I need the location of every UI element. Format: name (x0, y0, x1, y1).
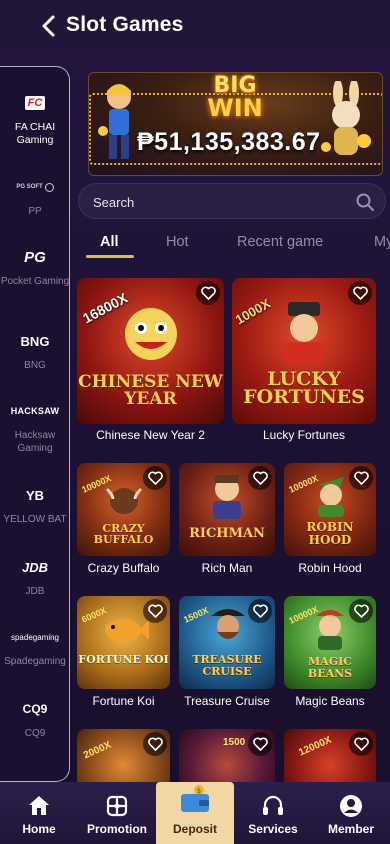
game-card-partial-1[interactable]: 2000X (77, 729, 170, 789)
search-icon[interactable] (355, 192, 375, 212)
favorite-button[interactable] (349, 466, 373, 490)
tab-all[interactable]: All (100, 234, 119, 250)
favorite-button[interactable] (248, 466, 272, 490)
svg-text:$: $ (197, 787, 201, 795)
favorite-button[interactable] (248, 732, 272, 756)
nav-home[interactable]: Home (0, 782, 78, 844)
game-card-fortune-koi[interactable]: 6000X FORTUNE KOI (77, 596, 170, 689)
favorite-button[interactable] (349, 599, 373, 623)
game-name: Chinese New Year 2 (96, 428, 205, 442)
game-card-rich-man[interactable]: RICHMAN (179, 463, 275, 556)
provider-jdb[interactable]: JDB JDB (0, 557, 70, 598)
game-card-partial-2[interactable]: 1500 (179, 729, 275, 789)
tab-hot[interactable]: Hot (166, 234, 189, 250)
game-name: Crazy Buffalo (87, 561, 160, 575)
page-title: Slot Games (66, 13, 184, 36)
fa-chai-logo-icon: FC (0, 93, 70, 113)
game-name: Lucky Fortunes (262, 428, 346, 442)
nav-promotion[interactable]: Promotion (78, 782, 156, 844)
bng-logo-icon: BNG (20, 333, 50, 349)
fortune-god-icon (284, 302, 324, 364)
provider-fa-chai[interactable]: FC FA CHAI Gaming (0, 93, 70, 147)
hero-character-icon (98, 84, 131, 159)
nav-deposit[interactable]: $ Deposit (156, 782, 234, 844)
provider-hacksaw[interactable]: HACKSAW Hacksaw Gaming (0, 401, 70, 455)
jdb-logo-icon: JDB (21, 559, 48, 575)
heart-icon (200, 286, 216, 300)
heart-icon (353, 471, 369, 485)
game-name: Fortune Koi (92, 694, 155, 708)
game-card-robin-hood[interactable]: 10000X ROBIN HOOD (284, 463, 376, 556)
favorite-button[interactable] (349, 732, 373, 756)
heart-icon (147, 737, 163, 751)
game-name: Rich Man (201, 561, 253, 575)
yellow-bat-logo-icon: YB (25, 487, 45, 503)
buffalo-icon (105, 487, 143, 514)
favorite-button[interactable] (143, 732, 167, 756)
provider-pocket-gaming[interactable]: PG Pocket Gaming (0, 247, 70, 288)
favorite-button[interactable] (196, 281, 220, 305)
heart-icon (353, 737, 369, 751)
heart-icon (147, 471, 163, 485)
provider-bng[interactable]: BNG BNG (0, 331, 70, 372)
home-icon (29, 796, 49, 815)
koi-fish-icon (105, 619, 149, 641)
hacksaw-logo-icon: HACKSAW (10, 406, 60, 416)
headset-icon (263, 795, 283, 815)
lion-dance-icon (125, 308, 177, 360)
rabbit-character-icon (321, 81, 371, 155)
jackpot-amount: ₱51,135,383.67 (137, 128, 321, 156)
heart-icon (352, 286, 368, 300)
tab-recent-game[interactable]: Recent game (237, 234, 323, 250)
heart-icon (252, 737, 268, 751)
search-input[interactable]: Search (93, 195, 134, 210)
app-root: { "header": {"title": "Slot Games"}, "ba… (0, 0, 390, 844)
tab-my[interactable]: My (374, 234, 390, 250)
heart-icon (252, 471, 268, 485)
pg-logo-icon: PG (24, 248, 46, 266)
heart-icon (147, 604, 163, 618)
game-card-partial-3[interactable]: 12000X (284, 729, 376, 789)
wallet-icon: $ (181, 785, 209, 812)
gift-icon (106, 795, 128, 817)
game-card-treasure-cruise[interactable]: 1500X TREASURE CRUISE (179, 596, 275, 689)
robin-hood-character-icon (318, 477, 344, 517)
game-name: Magic Beans (295, 694, 365, 708)
cq9-logo-icon: CQ9 (22, 702, 48, 716)
nav-services[interactable]: Services (234, 782, 312, 844)
spadegaming-logo-icon: spadegaming (10, 632, 60, 642)
jack-character-icon (316, 610, 344, 650)
game-card-chinese-new-year-2[interactable]: 16800X CHINESE NEW YEAR (77, 278, 224, 424)
favorite-button[interactable] (248, 599, 272, 623)
tab-indicator (86, 255, 134, 258)
provider-spadegaming[interactable]: spadegaming Spadegaming (0, 627, 70, 668)
favorite-button[interactable] (143, 466, 167, 490)
game-card-lucky-fortunes[interactable]: 1000X LUCKY FORTUNES (232, 278, 376, 424)
top-bar: Slot Games (0, 0, 390, 52)
game-card-crazy-buffalo[interactable]: 10000X CRAZY BUFFALO (77, 463, 170, 556)
game-card-magic-beans[interactable]: 10000X MAGIC BEANS (284, 596, 376, 689)
back-arrow-icon[interactable] (38, 14, 60, 38)
pirate-character-icon (211, 609, 245, 639)
rich-man-character-icon (213, 475, 241, 519)
favorite-button[interactable] (143, 599, 167, 623)
game-name: Treasure Cruise (184, 694, 270, 708)
search-field[interactable]: Search (78, 183, 386, 219)
pp-logo-icon: PG SOFT (0, 177, 70, 197)
provider-yellow-bat[interactable]: YB YELLOW BAT (0, 485, 70, 526)
heart-icon (353, 604, 369, 618)
provider-pp[interactable]: PG SOFT PP (0, 177, 70, 218)
heart-icon (252, 604, 268, 618)
jackpot-banner[interactable]: BIG WIN ₱51,135,383.67 (88, 72, 383, 176)
game-name: Robin Hood (298, 561, 362, 575)
bottom-navigation: Home Promotion $ Deposit Services Member (0, 782, 390, 844)
provider-sidebar: FC FA CHAI Gaming PG SOFT PP PG Pocket G… (0, 66, 70, 782)
user-icon (340, 795, 362, 817)
favorite-button[interactable] (348, 281, 372, 305)
nav-member[interactable]: Member (312, 782, 390, 844)
provider-cq9[interactable]: CQ9 CQ9 (0, 699, 70, 740)
big-win-label: BIG WIN (207, 73, 263, 122)
